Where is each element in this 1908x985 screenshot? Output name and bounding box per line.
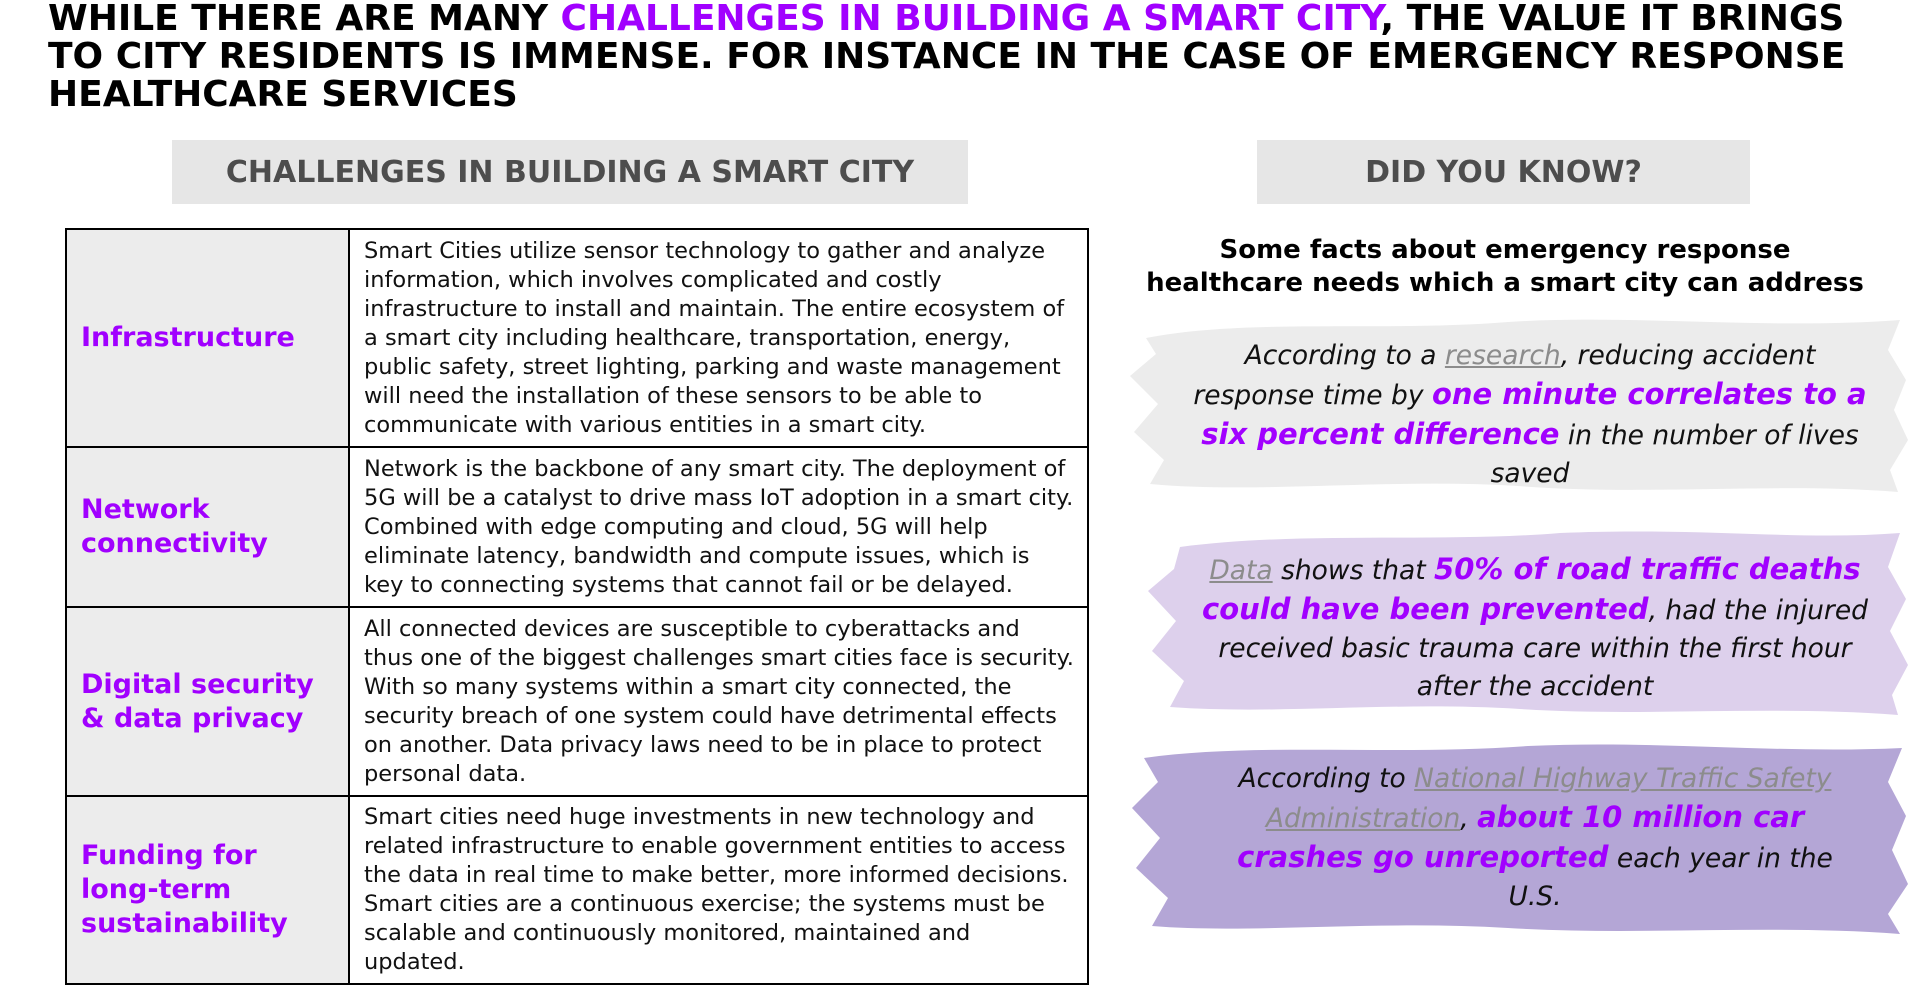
headline-part1: WHILE THERE ARE MANY — [48, 0, 561, 39]
fact-text-part: , — [1460, 803, 1478, 834]
research-link[interactable]: research — [1445, 340, 1561, 371]
challenge-description: Smart Cities utilize sensor technology t… — [348, 228, 1089, 448]
table-row: Digital security & data privacy All conn… — [65, 606, 1089, 797]
facts-intro: Some facts about emergency response heal… — [1146, 235, 1864, 298]
challenge-description: Network is the backbone of any smart cit… — [348, 446, 1089, 608]
table-row: Funding for long-term sustainability Sma… — [65, 795, 1089, 985]
challenges-section-header: CHALLENGES IN BUILDING A SMART CITY — [172, 140, 968, 204]
fact-text-part: shows that — [1272, 555, 1435, 586]
challenge-description: All connected devices are susceptible to… — [348, 606, 1089, 797]
fact-text-3: According to National Highway Traffic Sa… — [1220, 760, 1850, 916]
challenge-label-security: Digital security & data privacy — [65, 606, 350, 797]
headline-highlight: CHALLENGES IN BUILDING A SMART CITY — [560, 0, 1381, 39]
fact-text-part: According to a — [1244, 340, 1445, 371]
challenge-label-infrastructure: Infrastructure — [65, 228, 350, 448]
table-row: Network connectivity Network is the back… — [65, 446, 1089, 608]
data-link[interactable]: Data — [1209, 555, 1272, 586]
fact-text-part: According to — [1238, 763, 1415, 794]
challenge-label-network: Network connectivity — [65, 446, 350, 608]
page-headline: WHILE THERE ARE MANY CHALLENGES IN BUILD… — [48, 0, 1878, 114]
challenge-label-funding: Funding for long-term sustainability — [65, 795, 350, 985]
fact-text-2: Data shows that 50% of road traffic deat… — [1200, 550, 1870, 706]
did-you-know-header: DID YOU KNOW? — [1257, 140, 1750, 204]
table-row: Infrastructure Smart Cities utilize sens… — [65, 228, 1089, 448]
fact-text-1: According to a research, reducing accide… — [1190, 337, 1870, 493]
challenge-description: Smart cities need huge investments in ne… — [348, 795, 1089, 985]
challenges-table: Infrastructure Smart Cities utilize sens… — [65, 228, 1089, 985]
